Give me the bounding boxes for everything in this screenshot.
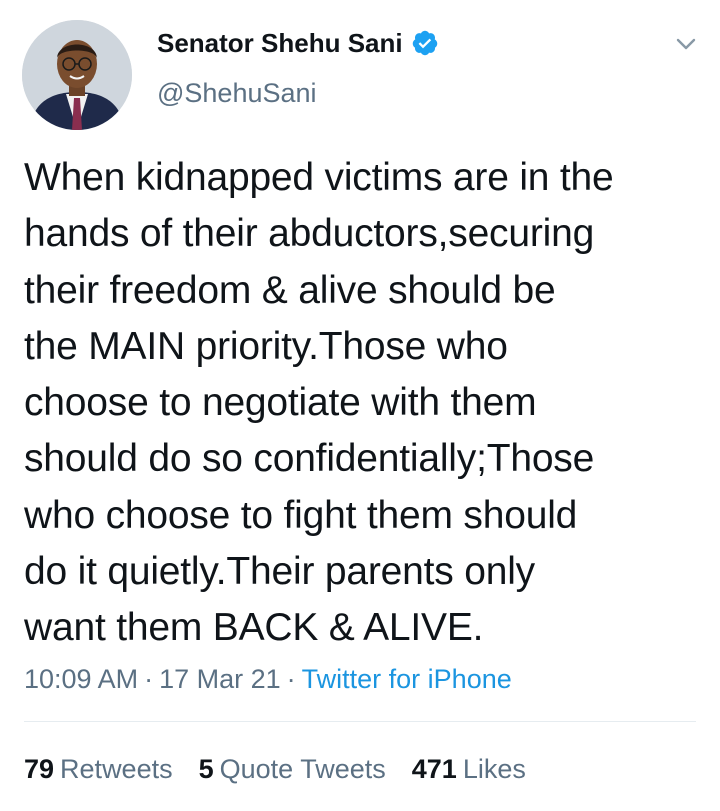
quote-tweets-stat[interactable]: 5 Quote Tweets xyxy=(199,751,386,787)
chevron-down-icon[interactable] xyxy=(672,30,700,58)
meta-separator: · xyxy=(286,664,296,694)
likes-label: Likes xyxy=(462,754,526,784)
avatar[interactable] xyxy=(22,20,132,130)
likes-count: 471 xyxy=(411,754,457,784)
meta-separator: · xyxy=(144,664,154,694)
tweet-date[interactable]: 17 Mar 21 xyxy=(159,664,281,694)
tweet-stats: 79 Retweets 5 Quote Tweets 471 Likes xyxy=(24,751,552,787)
tweet-meta: 10:09 AM · 17 Mar 21 · Twitter for iPhone xyxy=(24,661,512,697)
tweet-time[interactable]: 10:09 AM xyxy=(24,664,138,694)
quote-tweets-count: 5 xyxy=(198,754,214,784)
tweet-card: Senator Shehu Sani @ShehuSani When kidna… xyxy=(0,0,720,811)
retweets-count: 79 xyxy=(24,754,55,784)
quote-tweets-label: Quote Tweets xyxy=(219,754,386,784)
verified-badge-icon xyxy=(411,29,439,57)
likes-stat[interactable]: 471 Likes xyxy=(412,751,526,787)
divider xyxy=(24,721,696,722)
author-display-name[interactable]: Senator Shehu Sani xyxy=(157,27,403,59)
author-name-row[interactable]: Senator Shehu Sani xyxy=(157,27,439,59)
author-handle[interactable]: @ShehuSani xyxy=(157,77,317,109)
retweets-label: Retweets xyxy=(60,754,173,784)
tweet-text: When kidnapped victims are in the hands … xyxy=(24,156,614,650)
retweets-stat[interactable]: 79 Retweets xyxy=(24,751,173,787)
tweet-source-link[interactable]: Twitter for iPhone xyxy=(302,664,512,694)
avatar-photo xyxy=(22,20,132,130)
